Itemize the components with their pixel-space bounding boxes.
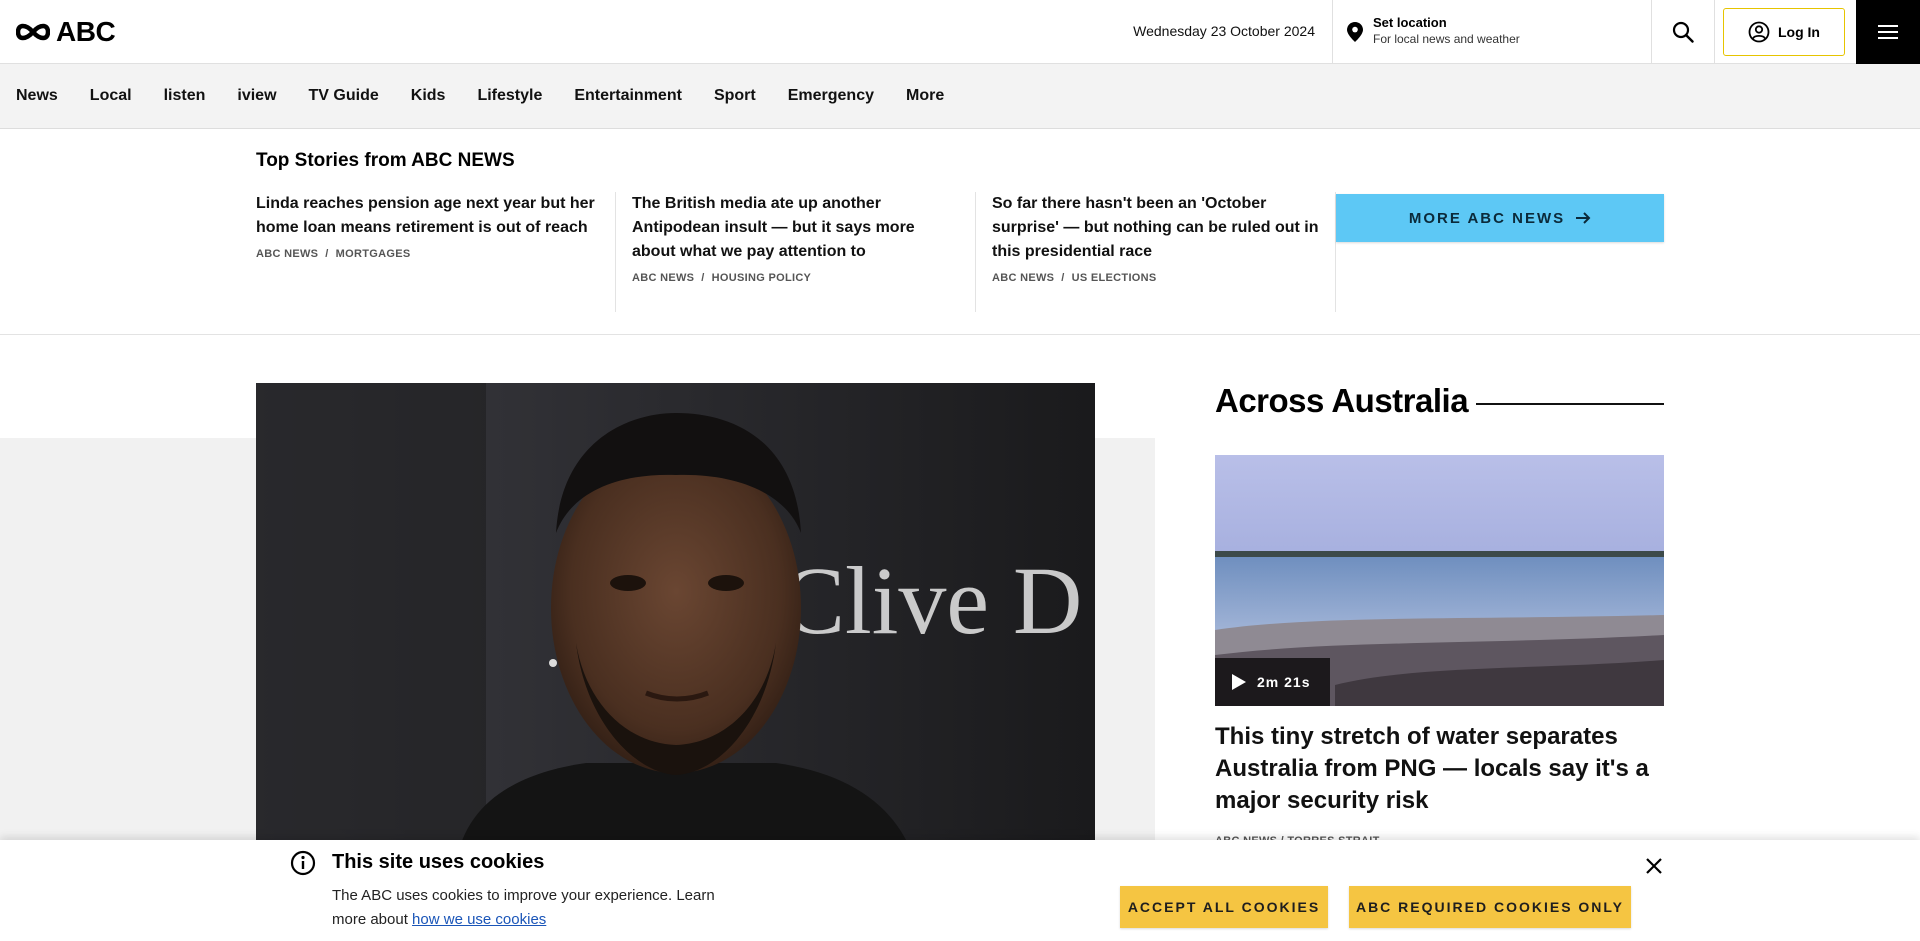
top-stories-list: Linda reaches pension age next year but …	[256, 192, 1336, 312]
story-source: ABC NEWS	[632, 272, 695, 284]
more-abc-news-label: MORE ABC NEWS	[1408, 209, 1566, 227]
required-cookies-only-button[interactable]: ABC REQUIRED COOKIES ONLY	[1349, 886, 1631, 928]
nav-item-lifestyle[interactable]: Lifestyle	[477, 87, 542, 105]
across-australia-heading: Across Australia	[1215, 382, 1469, 419]
arrow-right-icon	[1576, 212, 1591, 224]
story-source: ABC NEWS	[992, 272, 1055, 284]
top-story-item[interactable]: The British media ate up another Antipod…	[616, 192, 976, 312]
top-story-item[interactable]: So far there hasn't been an 'October sur…	[976, 192, 1336, 312]
story-headline[interactable]: So far there hasn't been an 'October sur…	[992, 192, 1319, 264]
location-pin-icon	[1347, 22, 1363, 42]
video-duration-badge[interactable]: 2m 21s	[1215, 658, 1330, 706]
nav-item-sport[interactable]: Sport	[714, 87, 756, 105]
story-topic[interactable]: HOUSING POLICY	[712, 272, 812, 284]
heading-rule	[1476, 403, 1664, 405]
across-australia-headline[interactable]: This tiny stretch of water separates Aus…	[1215, 721, 1664, 817]
current-date: Wednesday 23 October 2024	[1133, 23, 1315, 39]
nav-item-emergency[interactable]: Emergency	[788, 87, 874, 105]
section-divider	[0, 334, 1920, 335]
story-headline[interactable]: Linda reaches pension age next year but …	[256, 192, 599, 240]
set-location-button[interactable]: Set location For local news and weather	[1332, 0, 1652, 64]
logo-text: ABC	[56, 16, 116, 47]
portrait-photo: Clive D	[256, 383, 1095, 863]
backdrop-text: Clive D	[781, 547, 1082, 654]
story-topic[interactable]: MORTGAGES	[336, 248, 411, 260]
close-icon	[1646, 858, 1662, 874]
login-button[interactable]: Log In	[1723, 8, 1845, 56]
more-abc-news-button[interactable]: MORE ABC NEWS	[1336, 194, 1664, 242]
story-headline[interactable]: The British media ate up another Antipod…	[632, 192, 959, 264]
story-meta: ABC NEWS / MORTGAGES	[256, 248, 411, 260]
top-story-item[interactable]: Linda reaches pension age next year but …	[256, 192, 616, 312]
location-subtitle: For local news and weather	[1373, 32, 1520, 46]
search-icon	[1672, 21, 1694, 43]
nav-item-news[interactable]: News	[16, 87, 58, 105]
info-icon	[290, 850, 316, 876]
nav-item-more[interactable]: More	[906, 87, 944, 105]
story-meta: ABC NEWS / HOUSING POLICY	[632, 272, 812, 284]
story-meta: ABC NEWS / US ELECTIONS	[992, 272, 1157, 284]
video-duration: 2m 21s	[1257, 674, 1311, 690]
search-button[interactable]	[1652, 0, 1715, 64]
nav-item-iview[interactable]: iview	[237, 87, 276, 105]
story-source: ABC NEWS	[256, 248, 319, 260]
nav-item-kids[interactable]: Kids	[411, 87, 446, 105]
nav-item-entertainment[interactable]: Entertainment	[574, 87, 682, 105]
cookie-banner-text: The ABC uses cookies to improve your exp…	[332, 884, 732, 932]
site-header: ABC Wednesday 23 October 2024 Set locati…	[0, 0, 1920, 64]
nav-item-listen[interactable]: listen	[164, 87, 206, 105]
cookie-banner	[0, 840, 1920, 941]
story-topic[interactable]: US ELECTIONS	[1072, 272, 1157, 284]
accept-all-cookies-button[interactable]: ACCEPT ALL COOKIES	[1120, 886, 1328, 928]
cookie-banner-close-button[interactable]	[1643, 855, 1665, 877]
nav-item-local[interactable]: Local	[90, 87, 132, 105]
login-label: Log In	[1778, 24, 1820, 40]
nav-item-tv-guide[interactable]: TV Guide	[309, 87, 379, 105]
top-stories-heading: Top Stories from ABC NEWS	[256, 150, 515, 171]
play-icon	[1232, 674, 1246, 690]
hamburger-menu-icon	[1878, 25, 1898, 39]
location-title: Set location	[1373, 15, 1447, 30]
abc-logo-icon	[16, 23, 50, 41]
main-navigation: News Local listen iview TV Guide Kids Li…	[0, 64, 1920, 129]
cookie-banner-title: This site uses cookies	[332, 851, 545, 873]
abc-logo[interactable]: ABC	[16, 16, 116, 47]
main-menu-button[interactable]	[1856, 0, 1920, 64]
cookie-policy-link[interactable]: how we use cookies	[412, 911, 546, 928]
feature-story-image[interactable]: Clive D	[256, 383, 1095, 863]
user-circle-icon	[1748, 21, 1770, 43]
